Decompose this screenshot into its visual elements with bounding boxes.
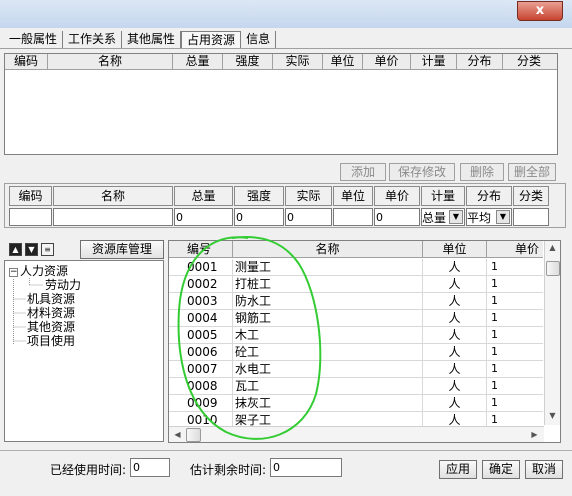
- col-actual[interactable]: 实际: [273, 54, 323, 69]
- grid-cell-unit: 人: [423, 327, 487, 343]
- close-button[interactable]: x: [517, 1, 563, 21]
- delete-button[interactable]: 删除: [460, 163, 504, 181]
- annotation-circle: [177, 236, 322, 440]
- grid-cell-unit: 人: [423, 361, 487, 377]
- chevron-down-icon[interactable]: ▼: [496, 210, 510, 224]
- tab-general[interactable]: 一般属性: [4, 31, 64, 49]
- grid-cell-price: 1: [491, 345, 498, 358]
- used-time-input[interactable]: [130, 458, 170, 477]
- editor-col-intensity: 强度: [234, 186, 284, 206]
- list-view-icon[interactable]: ≡: [41, 243, 54, 256]
- remaining-time-input[interactable]: [270, 458, 342, 477]
- editor-col-metering: 计量: [421, 186, 465, 206]
- scroll-down-icon[interactable]: ▼: [545, 411, 560, 420]
- grid-cell-price: 1: [491, 294, 498, 307]
- tab-other-attributes[interactable]: 其他属性: [122, 31, 182, 49]
- tab-resources[interactable]: 占用资源: [181, 31, 242, 49]
- resource-tree[interactable]: − 人力资源 劳动力 机具资源 材料资源 其他资源 项目使用: [4, 260, 164, 442]
- grid-cell-unit: 人: [423, 344, 487, 360]
- assigned-list-header: 编码 名称 总量 强度 实际 单位 单价 计量 分布 分类: [5, 54, 557, 70]
- editor-row: 总量 ▼ 平均 ▼: [9, 208, 565, 226]
- metering-value: 总量: [422, 210, 447, 225]
- scroll-right-icon[interactable]: ▶: [527, 430, 542, 439]
- tab-relations[interactable]: 工作关系: [63, 31, 123, 49]
- grid-cell-price: 1: [491, 328, 498, 341]
- grid-col-price[interactable]: 单价: [487, 241, 543, 257]
- name-input[interactable]: [53, 208, 173, 226]
- delete-all-button[interactable]: 删全部: [508, 163, 556, 181]
- editor-col-name: 名称: [53, 186, 173, 206]
- distribution-value: 平均: [467, 210, 492, 225]
- col-price[interactable]: 单价: [363, 54, 411, 69]
- grid-cell-unit: 人: [423, 293, 487, 309]
- remaining-time-label: 估计剩余时间:: [190, 463, 267, 477]
- intensity-input[interactable]: [234, 208, 284, 226]
- editor-col-code: 编码: [9, 186, 52, 206]
- cancel-button[interactable]: 取消: [525, 460, 563, 479]
- title-bar: [0, 0, 572, 28]
- move-up-icon[interactable]: ▲: [9, 243, 22, 256]
- editor-col-actual: 实际: [285, 186, 332, 206]
- metering-select[interactable]: 总量 ▼: [421, 208, 465, 226]
- price-input[interactable]: [374, 208, 420, 226]
- col-category[interactable]: 分类: [503, 54, 555, 69]
- code-input[interactable]: [9, 208, 52, 226]
- footer-divider: [0, 450, 572, 451]
- vertical-scrollbar[interactable]: ▲ ▼: [544, 241, 560, 425]
- grid-cell-price: 1: [491, 277, 498, 290]
- grid-cell-price: 1: [491, 362, 498, 375]
- grid-cell-unit: 人: [423, 378, 487, 394]
- grid-cell-price: 1: [491, 260, 498, 273]
- col-metering[interactable]: 计量: [411, 54, 457, 69]
- grid-cell-unit: 人: [423, 395, 487, 411]
- ok-button[interactable]: 确定: [482, 460, 520, 479]
- tab-info[interactable]: 信息: [241, 31, 277, 49]
- grid-cell-unit: 人: [423, 259, 487, 275]
- col-name[interactable]: 名称: [48, 54, 173, 69]
- editor-col-total: 总量: [174, 186, 233, 206]
- grid-cell-price: 1: [491, 311, 498, 324]
- grid-cell-unit: 人: [423, 310, 487, 326]
- editor-header: 编码 名称 总量 强度 实际 单位 单价 计量 分布 分类: [9, 186, 565, 206]
- editor-col-distribution: 分布: [466, 186, 512, 206]
- distribution-select[interactable]: 平均 ▼: [466, 208, 512, 226]
- vertical-scroll-thumb[interactable]: [546, 261, 560, 276]
- col-distribution[interactable]: 分布: [457, 54, 503, 69]
- total-input[interactable]: [174, 208, 233, 226]
- actual-input[interactable]: [285, 208, 332, 226]
- grid-cell-price: 1: [491, 396, 498, 409]
- move-down-icon[interactable]: ▼: [25, 243, 38, 256]
- scroll-up-icon[interactable]: ▲: [545, 243, 560, 252]
- apply-button[interactable]: 应用: [439, 460, 477, 479]
- tab-strip: 一般属性 工作关系 其他属性 占用资源 信息: [4, 31, 277, 49]
- editor-col-unit: 单位: [333, 186, 373, 206]
- grid-cell-unit: 人: [423, 276, 487, 292]
- add-button[interactable]: 添加: [340, 163, 386, 181]
- col-total[interactable]: 总量: [173, 54, 223, 69]
- editor-col-category: 分类: [513, 186, 549, 206]
- close-icon: x: [535, 3, 545, 18]
- chevron-down-icon[interactable]: ▼: [449, 210, 463, 224]
- tree-connector-lines: [13, 278, 43, 345]
- used-time-label: 已经使用时间:: [50, 463, 127, 477]
- col-code[interactable]: 编码: [5, 54, 48, 69]
- resource-library-button[interactable]: 资源库管理: [80, 240, 164, 259]
- col-unit[interactable]: 单位: [323, 54, 363, 69]
- assigned-resources-list[interactable]: 编码 名称 总量 强度 实际 单位 单价 计量 分布 分类: [4, 53, 558, 155]
- category-input[interactable]: [513, 208, 549, 226]
- save-changes-button[interactable]: 保存修改: [389, 163, 455, 181]
- tab-divider: [0, 48, 572, 49]
- grid-cell-price: 1: [491, 379, 498, 392]
- resource-editor: 编码 名称 总量 强度 实际 单位 单价 计量 分布 分类 总量 ▼ 平均 ▼: [4, 183, 566, 228]
- grid-col-unit[interactable]: 单位: [423, 241, 487, 257]
- col-intensity[interactable]: 强度: [223, 54, 273, 69]
- unit-input[interactable]: [333, 208, 373, 226]
- editor-col-price: 单价: [374, 186, 420, 206]
